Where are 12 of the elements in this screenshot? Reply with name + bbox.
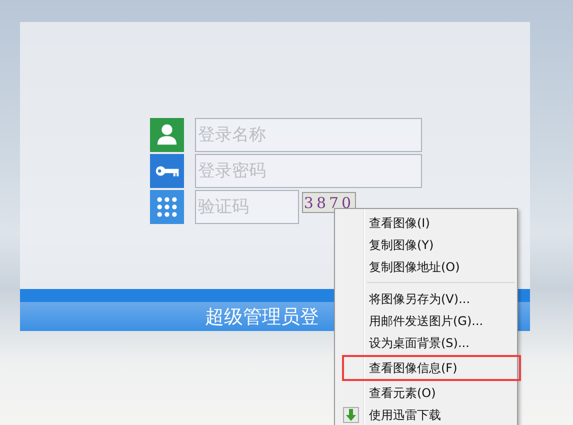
keypad-icon bbox=[150, 190, 184, 224]
menu-item[interactable]: 使用迅雷下载 bbox=[337, 404, 515, 425]
key-icon bbox=[150, 154, 184, 188]
menu-item[interactable]: 复制图像(Y) bbox=[337, 234, 515, 256]
menu-item[interactable]: 查看图像(I) bbox=[337, 212, 515, 234]
menu-item[interactable]: 查看元素(O) bbox=[337, 382, 515, 404]
menu-item[interactable]: 用邮件发送图片(G)... bbox=[337, 310, 515, 332]
user-icon bbox=[150, 118, 184, 152]
captcha-image: 3870 bbox=[302, 192, 356, 213]
menu-item[interactable]: 复制图像地址(O) bbox=[337, 256, 515, 278]
menu-item[interactable]: 查看图像信息(F) bbox=[344, 357, 519, 379]
menu-item[interactable]: 设为桌面背景(S)... bbox=[337, 332, 515, 354]
